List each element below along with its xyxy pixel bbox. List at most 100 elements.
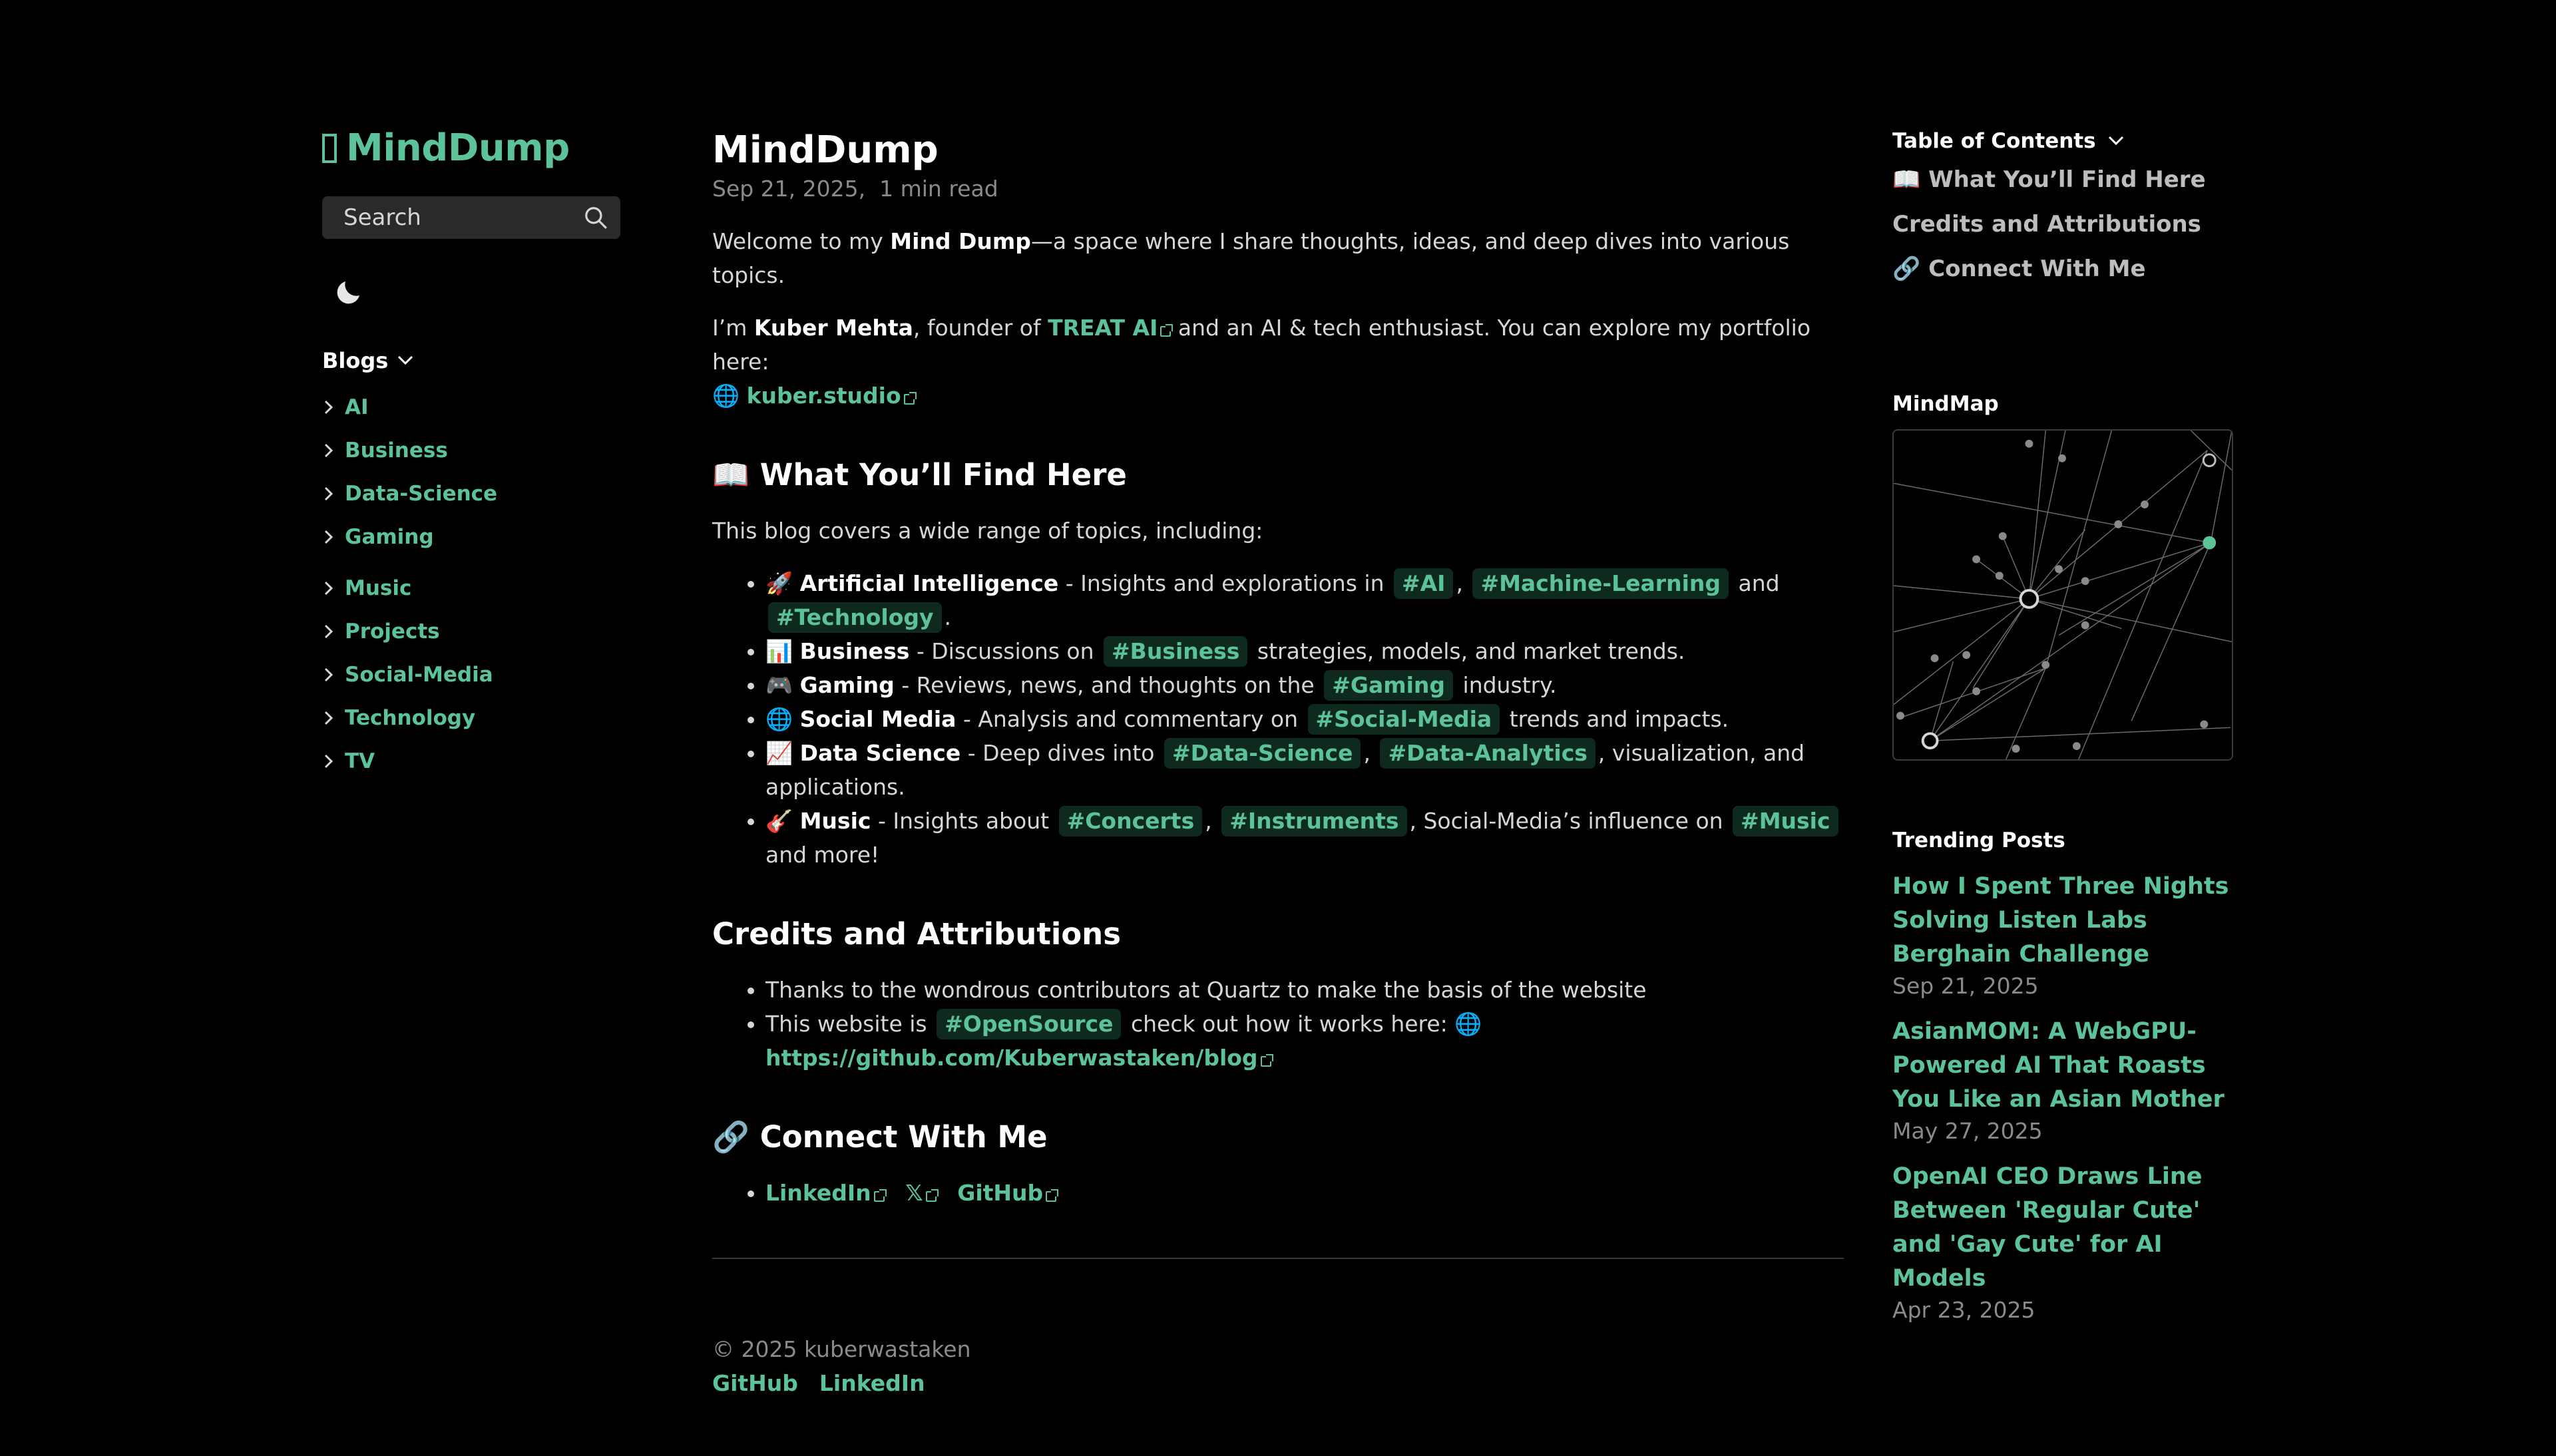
x-label: 𝕏 xyxy=(905,1180,923,1206)
github-repo-link[interactable]: https://github.com/Kuberwastaken/blog xyxy=(765,1045,1273,1071)
intro-text: Welcome to my xyxy=(712,228,891,254)
topic-name: Social Media xyxy=(799,706,957,732)
topic-text: trends and impacts. xyxy=(1502,706,1729,732)
trending-post-link[interactable]: OpenAI CEO Draws Line Between 'Regular C… xyxy=(1892,1160,2238,1296)
nav-item-gaming[interactable]: Gaming xyxy=(322,515,628,558)
list-item: 📈 Data Science - Deep dives into #Data-S… xyxy=(765,736,1844,804)
chevron-right-icon xyxy=(324,711,333,725)
connect-list: LinkedIn 𝕏 GitHub xyxy=(712,1176,1844,1210)
treat-ai-link[interactable]: TREAT AI xyxy=(1048,315,1173,341)
toc-item[interactable]: 📖 What You’ll Find Here xyxy=(1892,166,2238,211)
tag-link[interactable]: #Business xyxy=(1104,636,1248,667)
about-text: I’m xyxy=(712,315,754,341)
trending-post-date: Apr 23, 2025 xyxy=(1892,1297,2035,1323)
credit-text: check out how it works here: 🌐 xyxy=(1124,1011,1482,1037)
about-paragraph: I’m Kuber Mehta, founder of TREAT AI and… xyxy=(712,311,1844,413)
nav-item-label: Gaming xyxy=(345,524,434,549)
nav-item-data-science[interactable]: Data-Science xyxy=(322,472,628,515)
tag-link[interactable]: #Instruments xyxy=(1221,806,1407,836)
credits-list: Thanks to the wondrous contributors at Q… xyxy=(712,973,1844,1075)
trending-post-date: May 27, 2025 xyxy=(1892,1118,2043,1144)
blogs-folder-toggle[interactable]: Blogs xyxy=(322,348,628,373)
chevron-right-icon xyxy=(324,530,333,544)
nav-item-label: Music xyxy=(345,576,412,600)
tag-link[interactable]: #Technology xyxy=(768,602,942,633)
tag-link[interactable]: #Machine-Learning xyxy=(1472,568,1729,599)
topic-name: Business xyxy=(799,638,910,664)
topic-text: industry. xyxy=(1456,672,1557,698)
topic-text: and more! xyxy=(765,842,880,868)
portfolio-link[interactable]: kuber.studio xyxy=(747,383,917,409)
topic-text: . xyxy=(944,604,952,630)
list-item: 🎸 Music - Insights about #Concerts, #Ins… xyxy=(765,804,1844,872)
topic-name: Data Science xyxy=(799,740,961,766)
nav-item-technology[interactable]: Technology xyxy=(322,696,628,739)
tag-link[interactable]: #AI xyxy=(1393,568,1454,599)
search-bar[interactable]: Search xyxy=(322,196,620,239)
tag-link[interactable]: #OpenSource xyxy=(937,1009,1122,1039)
nav-item-label: TV xyxy=(345,749,375,773)
site-logo[interactable]: MindDump xyxy=(322,126,628,170)
nav-item-business[interactable]: Business xyxy=(322,429,628,472)
x-link[interactable]: 𝕏 xyxy=(905,1180,939,1206)
topic-text: and xyxy=(1731,570,1780,596)
external-link-icon xyxy=(873,1189,887,1202)
intro-paragraph: Welcome to my Mind Dump—a space where I … xyxy=(712,224,1844,292)
github-label: GitHub xyxy=(957,1180,1044,1206)
tag-link[interactable]: #Data-Science xyxy=(1164,738,1361,769)
github-link[interactable]: GitHub xyxy=(957,1180,1059,1206)
nav-item-projects[interactable]: Projects xyxy=(322,610,628,653)
tag-link[interactable]: #Data-Analytics xyxy=(1380,738,1596,769)
list-item: 🚀 Artificial Intelligence - Insights and… xyxy=(765,566,1844,634)
chevron-right-icon xyxy=(324,443,333,457)
treat-ai-label: TREAT AI xyxy=(1048,315,1158,341)
trending-post: OpenAI CEO Draws Line Between 'Regular C… xyxy=(1892,1160,2238,1323)
external-link-icon xyxy=(1160,324,1173,337)
footer-github-link[interactable]: GitHub xyxy=(712,1370,798,1396)
copyright: © 2025 kuberwastaken xyxy=(712,1336,971,1362)
post-meta: Sep 21, 2025, 1 min read xyxy=(712,176,998,202)
footer-links: GitHub LinkedIn xyxy=(712,1366,1844,1400)
tag-link[interactable]: #Music xyxy=(1733,806,1838,836)
toc-list: 📖 What You’ll Find Here Credits and Attr… xyxy=(1892,166,2238,300)
linkedin-label: LinkedIn xyxy=(765,1180,871,1206)
section-heading-connect: 🔗 Connect With Me xyxy=(712,1119,1048,1155)
tag-link[interactable]: #Social-Media xyxy=(1307,704,1500,735)
trending-post: How I Spent Three Nights Solving Listen … xyxy=(1892,870,2238,999)
topic-text: - Deep dives into xyxy=(960,740,1162,766)
toc-item[interactable]: 🔗 Connect With Me xyxy=(1892,256,2238,300)
main-content: MindDump Sep 21, 2025, 1 min read Welcom… xyxy=(712,126,1844,1400)
tag-link[interactable]: #Gaming xyxy=(1324,670,1454,701)
topic-text: - Analysis and commentary on xyxy=(956,706,1305,732)
nav-item-music[interactable]: Music xyxy=(322,566,628,610)
toc-item[interactable]: Credits and Attributions xyxy=(1892,211,2238,256)
page-title: MindDump xyxy=(712,128,939,172)
blogs-header: Blogs xyxy=(322,348,389,373)
topic-text: - Insights about xyxy=(871,808,1056,834)
tag-link[interactable]: #Concerts xyxy=(1058,806,1203,836)
search-icon xyxy=(585,207,607,229)
chevron-right-icon xyxy=(324,400,333,414)
trending-post-link[interactable]: AsianMOM: A WebGPU-Powered AI That Roast… xyxy=(1892,1015,2238,1117)
about-text-2: , founder of xyxy=(913,315,1048,341)
list-item: LinkedIn 𝕏 GitHub xyxy=(765,1176,1844,1210)
dark-mode-toggle-icon[interactable] xyxy=(333,276,365,308)
topic-text: - Reviews, news, and thoughts on the xyxy=(894,672,1322,698)
globe-icon: 🌐 xyxy=(712,383,740,409)
mindmap-header: MindMap xyxy=(1892,392,1999,416)
mindmap-graph[interactable] xyxy=(1892,429,2233,761)
chevron-down-icon xyxy=(398,355,413,365)
list-item: 🎮 Gaming - Reviews, news, and thoughts o… xyxy=(765,668,1844,702)
nav-item-social-media[interactable]: Social-Media xyxy=(322,653,628,696)
footer-linkedin-link[interactable]: LinkedIn xyxy=(819,1370,925,1396)
nav-item-tv[interactable]: TV xyxy=(322,739,628,783)
toc-toggle[interactable]: Table of Contents xyxy=(1892,129,2238,153)
footer: © 2025 kuberwastaken GitHub LinkedIn xyxy=(712,1332,1844,1400)
linkedin-link[interactable]: LinkedIn xyxy=(765,1180,887,1206)
github-repo-label: https://github.com/Kuberwastaken/blog xyxy=(765,1045,1258,1071)
post-date: Sep 21, 2025 xyxy=(712,176,859,202)
trending-post-link[interactable]: How I Spent Three Nights Solving Listen … xyxy=(1892,870,2238,972)
nav-item-label: Business xyxy=(345,438,448,462)
nav-item-ai[interactable]: AI xyxy=(322,385,628,429)
section-heading-credits: Credits and Attributions xyxy=(712,916,1122,952)
